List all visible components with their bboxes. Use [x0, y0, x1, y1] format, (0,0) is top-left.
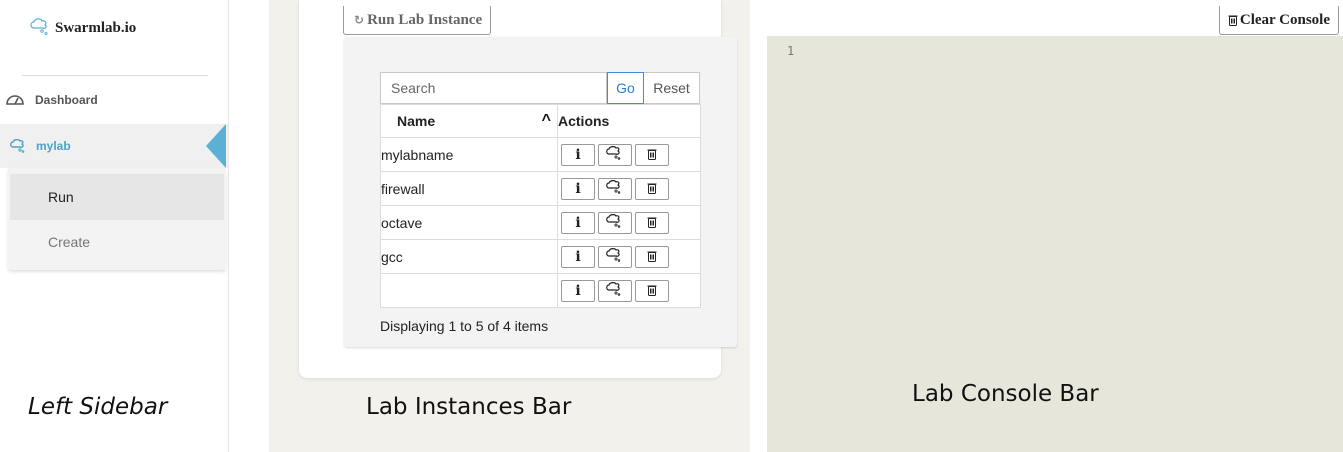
sidebar-item-label: Dashboard: [35, 93, 98, 107]
connect-button[interactable]: [598, 177, 632, 200]
info-icon: i: [575, 146, 581, 163]
table-row: octave i: [380, 205, 701, 240]
column-header-actions: Actions: [557, 104, 701, 138]
sidebar-item-label: mylab: [36, 139, 71, 153]
row-actions: i: [557, 273, 701, 308]
info-button[interactable]: i: [561, 143, 595, 166]
table-row: i: [380, 273, 701, 308]
row-actions: i: [557, 205, 701, 240]
info-icon: i: [575, 248, 581, 265]
trash-icon: [647, 249, 657, 265]
sidebar-item-mylab[interactable]: mylab: [0, 124, 228, 168]
submenu-item-create[interactable]: Create: [10, 222, 224, 262]
console-line-number: 1: [787, 44, 795, 58]
logo-text: Swarmlab.io: [55, 20, 137, 36]
search-bar: Go Reset: [380, 72, 700, 104]
connect-button[interactable]: [598, 279, 632, 302]
instance-name: gcc: [380, 239, 558, 274]
logo[interactable]: Swarmlab.io: [30, 18, 136, 36]
column-header-name-label: Name: [397, 113, 436, 129]
swarmlab-cloud-icon: [606, 146, 624, 163]
swarmlab-logo-icon: [30, 18, 48, 35]
submenu-item-run[interactable]: Run: [10, 174, 224, 220]
trash-icon: [1228, 14, 1238, 26]
lab-console-caption: Lab Console Bar: [912, 381, 1099, 407]
search-input[interactable]: [380, 72, 607, 104]
go-button[interactable]: Go: [607, 72, 644, 104]
run-lab-instance-button[interactable]: ↻ Run Lab Instance: [343, 6, 492, 35]
instance-name: firewall: [380, 171, 558, 206]
lab-instances-bar: ↻ Run Lab Instance Go Reset Name ^: [269, 0, 750, 452]
instance-name: mylabname: [380, 137, 558, 172]
restart-icon: ↻: [354, 13, 365, 27]
lab-instances-caption: Lab Instances Bar: [366, 394, 572, 420]
trash-icon: [647, 147, 657, 163]
reset-button[interactable]: Reset: [644, 72, 700, 104]
info-button[interactable]: i: [561, 211, 595, 234]
instances-card: ↻ Run Lab Instance Go Reset Name ^: [299, 0, 737, 378]
instances-table: Name ^ Actions mylabname i firewall i octave…: [380, 104, 701, 308]
dashboard-gauge-icon: [6, 95, 24, 105]
clear-console-label: Clear Console: [1239, 11, 1330, 28]
delete-button[interactable]: [635, 279, 669, 302]
left-sidebar: Swarmlab.io Dashboard mylab Run Create: [0, 0, 229, 452]
table-row: firewall i: [380, 171, 701, 206]
connect-button[interactable]: [598, 143, 632, 166]
clear-console-button[interactable]: Clear Console: [1218, 6, 1339, 35]
run-lab-instance-label: Run Lab Instance: [367, 11, 483, 28]
instance-name: [380, 273, 558, 308]
instances-grid-panel: Go Reset Name ^ Actions mylab: [344, 37, 737, 347]
table-row: gcc i: [380, 239, 701, 274]
active-indicator-arrow: [206, 124, 226, 168]
swarmlab-cloud-icon: [606, 214, 624, 231]
delete-button[interactable]: [635, 177, 669, 200]
instance-name: octave: [380, 205, 558, 240]
swarmlab-cloud-icon: [606, 248, 624, 265]
mylab-submenu: Run Create: [8, 168, 226, 270]
trash-icon: [647, 181, 657, 197]
connect-button[interactable]: [598, 245, 632, 268]
table-header-row: Name ^ Actions: [380, 104, 701, 138]
trash-icon: [647, 215, 657, 231]
connect-button[interactable]: [598, 211, 632, 234]
swarmlab-cloud-icon: [606, 282, 624, 299]
info-icon: i: [575, 282, 581, 299]
left-sidebar-caption: Left Sidebar: [28, 394, 168, 420]
swarmlab-cloud-icon: [10, 139, 25, 153]
sort-ascending-icon[interactable]: ^: [542, 112, 551, 130]
delete-button[interactable]: [635, 143, 669, 166]
row-actions: i: [557, 137, 701, 172]
info-icon: i: [575, 214, 581, 231]
info-icon: i: [575, 180, 581, 197]
pagination-summary: Displaying 1 to 5 of 4 items: [380, 318, 549, 334]
sidebar-item-dashboard[interactable]: Dashboard: [0, 88, 228, 112]
row-actions: i: [557, 171, 701, 206]
delete-button[interactable]: [635, 211, 669, 234]
swarmlab-cloud-icon: [606, 180, 624, 197]
column-header-name[interactable]: Name ^: [380, 104, 558, 138]
info-button[interactable]: i: [561, 279, 595, 302]
info-button[interactable]: i: [561, 245, 595, 268]
sidebar-divider: [22, 75, 208, 76]
trash-icon: [647, 283, 657, 299]
delete-button[interactable]: [635, 245, 669, 268]
info-button[interactable]: i: [561, 177, 595, 200]
row-actions: i: [557, 239, 701, 274]
table-row: mylabname i: [380, 137, 701, 172]
